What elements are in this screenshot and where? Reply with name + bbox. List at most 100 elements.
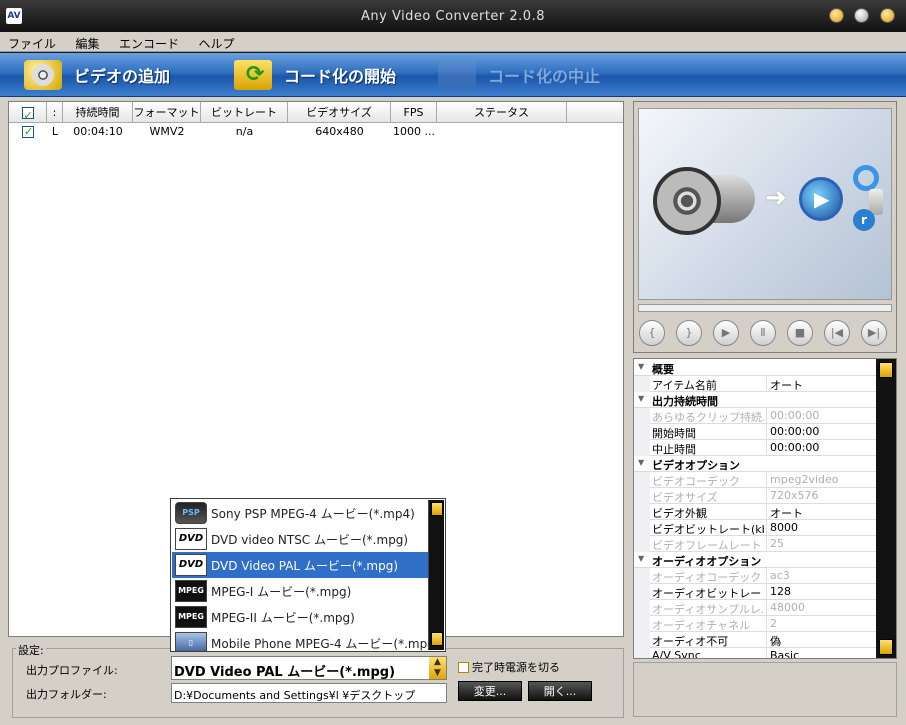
property-group[interactable]: ▼ ビデオオプション bbox=[634, 456, 876, 472]
property-value[interactable]: 8000 bbox=[766, 520, 876, 535]
collapse-arrow-icon[interactable]: ▼ bbox=[638, 458, 644, 467]
property-row[interactable]: ビデオビットレート(kb/...8000 bbox=[634, 520, 876, 536]
property-name: アイテム名前 bbox=[652, 379, 717, 392]
mark-in-button[interactable]: { bbox=[639, 320, 665, 346]
list-item[interactable]: MPEG MPEG-I ムービー(*.mpg) bbox=[172, 578, 428, 604]
collapse-arrow-icon[interactable]: ▼ bbox=[638, 362, 644, 371]
property-value[interactable]: Basic bbox=[766, 648, 876, 658]
property-group[interactable]: ▼ 概要 bbox=[634, 360, 876, 376]
profile-dropdown-list[interactable]: PSP Sony PSP MPEG-4 ムービー(*.mp4) DVD DVD … bbox=[170, 498, 446, 652]
collapse-arrow-icon[interactable]: ▼ bbox=[638, 554, 644, 563]
property-row[interactable]: アイテム名前 オート bbox=[634, 376, 876, 392]
scroll-up-button[interactable] bbox=[879, 362, 893, 378]
column-bitrate[interactable]: ビットレート bbox=[201, 102, 288, 122]
list-item-label: MPEG-II ムービー(*.mpg) bbox=[211, 610, 355, 625]
menu-file[interactable]: ファイル bbox=[0, 32, 64, 52]
change-folder-button[interactable]: 変更... bbox=[458, 681, 522, 701]
list-item[interactable]: DVD DVD video NTSC ムービー(*.mpg) bbox=[172, 526, 428, 552]
mark-out-button[interactable]: } bbox=[676, 320, 702, 346]
property-gutter bbox=[634, 504, 650, 520]
property-name: オーディオビットレート(... bbox=[652, 587, 764, 600]
profile-label: 出力プロファイル: bbox=[26, 664, 118, 677]
close-button[interactable] bbox=[880, 8, 895, 23]
column-name[interactable]: : bbox=[47, 102, 63, 122]
add-video-button[interactable]: ビデオの追加 bbox=[24, 57, 170, 93]
scroll-up-button[interactable] bbox=[431, 502, 443, 516]
menu-edit[interactable]: 編集 bbox=[68, 32, 108, 52]
row-checkbox-cell[interactable] bbox=[9, 124, 47, 140]
column-duration[interactable]: 持続時間 bbox=[63, 102, 133, 122]
previous-button[interactable]: |◀ bbox=[824, 320, 850, 346]
property-name: ビデオサイズ bbox=[652, 491, 718, 504]
property-row[interactable]: オーディオ不可 偽 bbox=[634, 632, 876, 648]
properties-scrollbar[interactable] bbox=[876, 359, 896, 658]
list-item[interactable]: MPEG MPEG-II ムービー(*.mpg) bbox=[172, 604, 428, 630]
column-status[interactable]: ステータス bbox=[437, 102, 567, 122]
list-item[interactable]: ▯ Mobile Phone MPEG-4 ムービー(*.mp4) bbox=[172, 630, 428, 651]
property-value: ac3 bbox=[766, 568, 876, 583]
output-profile-select[interactable]: DVD Video PAL ムービー(*.mpg) ▲ ▼ bbox=[171, 656, 447, 680]
property-name: A/V Sync bbox=[652, 649, 701, 659]
select-all-column[interactable] bbox=[9, 102, 47, 126]
play-button[interactable]: ▶ bbox=[713, 320, 739, 346]
property-name: 中止時間 bbox=[652, 443, 696, 456]
menu-help[interactable]: ヘルプ bbox=[191, 32, 243, 52]
minimize-button[interactable] bbox=[829, 8, 844, 23]
column-fps[interactable]: FPS bbox=[391, 102, 437, 122]
property-row[interactable]: オーディオビットレート(...128 bbox=[634, 584, 876, 600]
property-name: オーディオサンプルレ... bbox=[652, 603, 764, 616]
preview-panel: ➜ r { } ▶ Ⅱ ■ |◀ ▶| bbox=[633, 101, 897, 353]
psp-icon: PSP bbox=[175, 502, 207, 524]
property-gutter bbox=[634, 376, 650, 392]
preview-progress-bar[interactable] bbox=[638, 304, 892, 312]
stop-button[interactable]: ■ bbox=[787, 320, 813, 346]
property-value[interactable]: オート bbox=[766, 376, 876, 391]
table-row[interactable]: L 00:04:10 WMV2 n/a 640x480 1000 ... bbox=[9, 124, 623, 140]
select-all-checkbox[interactable] bbox=[21, 105, 34, 126]
phone-icon: ▯ bbox=[175, 632, 207, 651]
property-value: 00:00:00 bbox=[766, 408, 876, 423]
shutdown-option[interactable]: 完了時電源を切る bbox=[458, 659, 560, 675]
property-row[interactable]: ビデオ外観 オート bbox=[634, 504, 876, 520]
scroll-down-button[interactable] bbox=[879, 639, 893, 655]
open-folder-button[interactable]: 開く... bbox=[528, 681, 592, 701]
property-gutter bbox=[634, 424, 650, 440]
shutdown-checkbox[interactable] bbox=[458, 662, 469, 673]
start-encode-button[interactable]: コード化の開始 bbox=[234, 57, 396, 93]
property-value[interactable]: 00:00:00 bbox=[766, 424, 876, 439]
property-value[interactable]: 偽 bbox=[766, 632, 876, 647]
list-item-selected[interactable]: DVD DVD Video PAL ムービー(*.mpg) bbox=[172, 552, 428, 578]
stop-encode-button[interactable]: コード化の中止 bbox=[438, 57, 600, 93]
properties-grid[interactable]: ▼ 概要 アイテム名前 オート ▼ 出力持続時間 あらゆるクリップ持続... 00:00:00… bbox=[633, 358, 897, 659]
property-row[interactable]: A/V Sync Basic bbox=[634, 648, 876, 659]
menu-encode[interactable]: エンコード bbox=[111, 32, 187, 52]
property-value[interactable]: 00:00:00 bbox=[766, 440, 876, 455]
property-group[interactable]: ▼ 出力持続時間 bbox=[634, 392, 876, 408]
property-row: あらゆるクリップ持続... 00:00:00 bbox=[634, 408, 876, 424]
film-reel-icon bbox=[653, 167, 721, 235]
dropdown-scrollbar[interactable] bbox=[428, 500, 444, 650]
list-item[interactable]: PSP Sony PSP MPEG-4 ムービー(*.mp4) bbox=[172, 500, 428, 526]
collapse-arrow-icon[interactable]: ▼ bbox=[638, 394, 644, 403]
property-row: ビデオフレームレート 25 bbox=[634, 536, 876, 552]
maximize-button[interactable] bbox=[854, 8, 869, 23]
cell-video-size: 640x480 bbox=[315, 125, 364, 138]
profile-value: DVD Video PAL ムービー(*.mpg) bbox=[174, 665, 396, 680]
dropdown-arrow-icon[interactable]: ▲ ▼ bbox=[429, 657, 446, 679]
column-video-size[interactable]: ビデオサイズ bbox=[288, 102, 391, 122]
folder-label: 出力フォルダー: bbox=[26, 688, 107, 701]
column-format[interactable]: フォーマット bbox=[133, 102, 201, 122]
add-video-label: ビデオの追加 bbox=[74, 67, 171, 86]
pause-button[interactable]: Ⅱ bbox=[750, 320, 776, 346]
property-value[interactable]: 128 bbox=[766, 584, 876, 599]
property-row[interactable]: 中止時間 00:00:00 bbox=[634, 440, 876, 456]
scroll-down-button[interactable] bbox=[431, 632, 443, 646]
row-checkbox[interactable] bbox=[22, 124, 34, 140]
property-value[interactable]: オート bbox=[766, 504, 876, 519]
property-name: あらゆるクリップ持続... bbox=[652, 411, 764, 424]
output-folder-field[interactable]: D:¥Documents and Settings¥l ¥デスクトップ bbox=[171, 683, 447, 703]
shutdown-label: 完了時電源を切る bbox=[472, 661, 560, 674]
property-group[interactable]: ▼ オーディオオプション bbox=[634, 552, 876, 568]
property-row[interactable]: 開始時間 00:00:00 bbox=[634, 424, 876, 440]
next-button[interactable]: ▶| bbox=[861, 320, 887, 346]
